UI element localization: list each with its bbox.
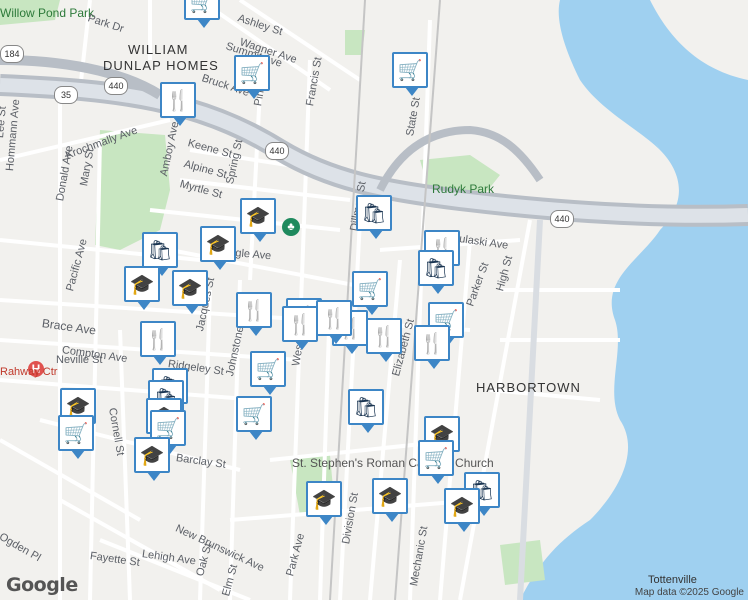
restaurant-icon[interactable]: 🍴 [414, 325, 450, 369]
route-shield: 440 [550, 210, 574, 228]
point-of-interest-icon: ♣ [282, 218, 300, 236]
school-icon[interactable]: 🎓 [172, 270, 208, 314]
map-attribution[interactable]: Map data ©2025 Google [635, 587, 744, 598]
shopping-cart-icon[interactable]: 🛒 [352, 271, 388, 315]
school-icon[interactable]: 🛍 [348, 389, 384, 433]
shopping-cart-icon[interactable]: 🛒 [184, 0, 220, 28]
school-icon[interactable]: 🎓 [124, 266, 160, 310]
street-label: Neville St [56, 354, 103, 366]
school-icon[interactable]: 🎓 [372, 478, 408, 522]
area-label: WILLIAM [128, 42, 189, 57]
station-label: Tottenville [648, 574, 697, 586]
restaurant-icon[interactable]: 🍴 [140, 321, 176, 365]
area-label: HARBORTOWN [476, 380, 581, 395]
route-shield: 184 [0, 45, 24, 63]
restaurant-icon[interactable]: 🍴 [236, 292, 272, 336]
school-icon[interactable]: 🎓 [444, 488, 480, 532]
restaurant-icon[interactable]: 🍴 [282, 306, 318, 350]
park-label: Rudyk Park [432, 182, 495, 196]
school-icon[interactable]: 🛒 [58, 415, 94, 459]
area-label: DUNLAP HOMES [103, 58, 219, 73]
restaurant-icon[interactable]: 🍴 [316, 300, 352, 344]
shopping-cart-icon[interactable]: 🎓 [306, 481, 342, 525]
route-shield: 35 [54, 86, 78, 104]
shopping-bag-icon[interactable]: 🛍 [418, 250, 454, 294]
restaurant-icon[interactable]: 🍴 [366, 318, 402, 362]
shopping-cart-icon[interactable]: 🛒 [392, 52, 428, 96]
shopping-bag-icon[interactable]: 🛍 [356, 195, 392, 239]
school-icon[interactable]: 🎓 [200, 226, 236, 270]
shopping-bag-icon[interactable]: 🛍 [142, 232, 178, 276]
water-body [520, 0, 748, 600]
route-shield: 440 [104, 77, 128, 95]
shopping-cart-icon[interactable]: 🛒 [236, 396, 272, 440]
park-label: Willow Pond Park [0, 6, 95, 20]
google-logo: Google [6, 574, 78, 596]
place-label: St. Stephen's Roman Catholic Church [292, 456, 494, 470]
restaurant-icon[interactable]: 🛒 [250, 351, 286, 395]
restaurant-icon[interactable]: 🍴 [160, 82, 196, 126]
shopping-cart-icon[interactable]: 🎓 [134, 437, 170, 481]
school-icon[interactable]: 🎓 [240, 198, 276, 242]
route-shield: 440 [265, 142, 289, 160]
hospital-label: Rahway Ctr [0, 366, 58, 378]
shopping-cart-icon[interactable]: 🛒 [234, 55, 270, 99]
school-icon[interactable]: 🛒 [418, 440, 454, 484]
